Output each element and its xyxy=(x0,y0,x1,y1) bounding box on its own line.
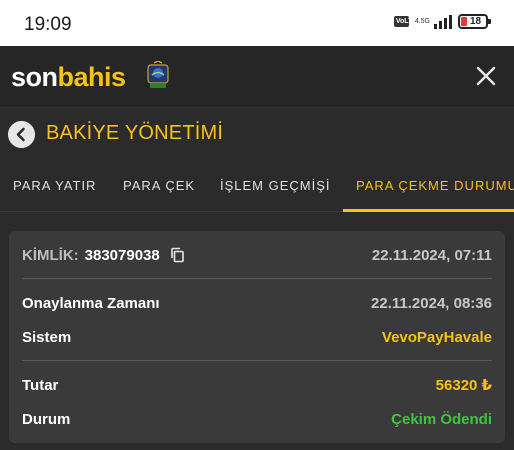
signal-strength-icon xyxy=(434,14,452,29)
tab-para-cek[interactable]: PARA ÇEK xyxy=(123,178,195,193)
logo-bahis: bahis xyxy=(57,62,127,92)
brand-logo[interactable]: sonbahis xyxy=(11,62,126,92)
back-arrow-icon[interactable] xyxy=(8,121,35,148)
battery-level: 18 xyxy=(470,16,482,27)
license-badge-icon xyxy=(147,61,169,88)
battery-icon: 18 xyxy=(458,14,491,29)
tab-para-yatir[interactable]: PARA YATIR xyxy=(13,178,96,193)
logo-son: son xyxy=(11,62,58,92)
approval-time-value: 22.11.2024, 08:36 xyxy=(371,294,492,312)
divider xyxy=(22,278,492,279)
created-at-value: 22.11.2024, 07:11 xyxy=(371,246,492,264)
approval-time-label: Onaylanma Zamanı xyxy=(22,294,160,312)
active-tab-indicator xyxy=(343,209,514,212)
system-label: Sistem xyxy=(22,328,72,346)
status-row: Durum Çekim Ödendi xyxy=(22,409,492,429)
amount-row: Tutar 56320 ₺ xyxy=(22,375,492,395)
status-time: 19:09 xyxy=(24,14,72,35)
page-title-row: BAKİYE YÖNETİMİ xyxy=(0,108,514,160)
amount-label: Tutar xyxy=(22,376,59,394)
transaction-id-value: 383079038 xyxy=(84,246,160,264)
app-header: sonbahis xyxy=(0,46,514,108)
status-value: Çekim Ödendi xyxy=(391,410,492,428)
system-value: VevoPayHavale xyxy=(381,328,492,346)
transaction-id-row: KİMLİK: 383079038 22.11.2024, 07:11 xyxy=(22,245,492,265)
status-icons: VoLTE 4.5G 18 xyxy=(393,14,491,29)
status-bar: 19:09 VoLTE 4.5G 18 xyxy=(0,0,514,46)
withdrawal-status-card: KİMLİK: 383079038 22.11.2024, 07:11 Onay… xyxy=(9,231,505,443)
network-type-label: 4.5G xyxy=(414,17,430,25)
tab-para-cekme-durumu[interactable]: PARA ÇEKME DURUMU xyxy=(356,178,514,193)
divider xyxy=(22,360,492,361)
transaction-id-label: KİMLİK: xyxy=(22,246,79,264)
tab-islem-gecmisi[interactable]: İŞLEM GEÇMİŞİ xyxy=(220,178,331,193)
system-row: Sistem VevoPayHavale xyxy=(22,327,492,347)
close-icon[interactable] xyxy=(474,64,498,88)
page-title: BAKİYE YÖNETİMİ xyxy=(46,122,224,144)
approval-time-row: Onaylanma Zamanı 22.11.2024, 08:36 xyxy=(22,293,492,313)
status-label: Durum xyxy=(22,410,71,428)
copy-icon[interactable] xyxy=(170,247,186,263)
amount-value: 56320 ₺ xyxy=(435,377,492,394)
tab-bar: PARA YATIR PARA ÇEK İŞLEM GEÇMİŞİ PARA Ç… xyxy=(0,160,514,212)
volte-icon: VoLTE xyxy=(393,16,417,27)
